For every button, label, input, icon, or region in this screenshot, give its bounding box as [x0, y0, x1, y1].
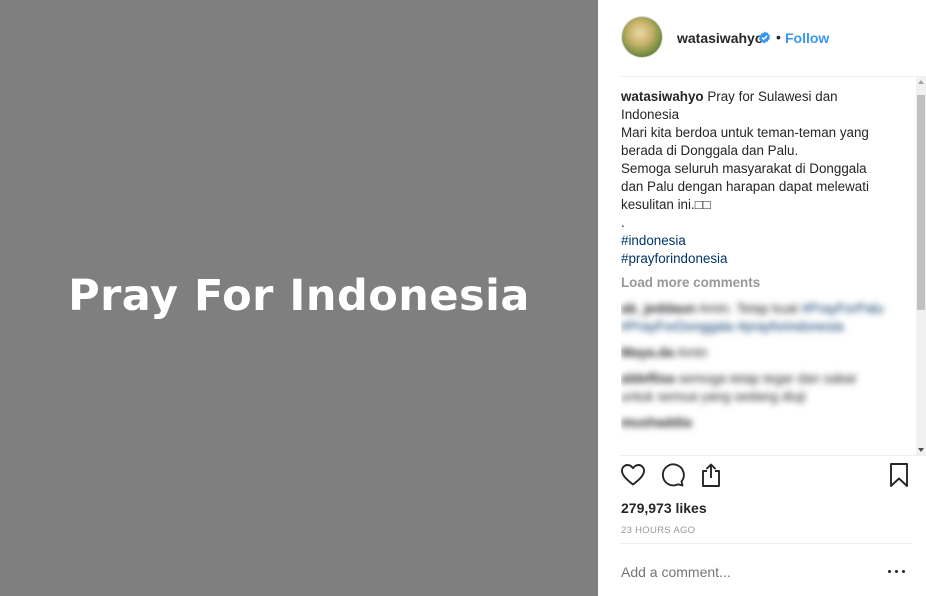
- post-image-text: Pray For Indonesia: [68, 271, 530, 321]
- add-comment-input[interactable]: [621, 564, 861, 580]
- header-username[interactable]: watasiwahyo: [677, 30, 763, 46]
- share-icon[interactable]: [698, 462, 724, 488]
- action-bar: [620, 462, 910, 496]
- actions-divider: [620, 455, 926, 456]
- post-header: watasiwahyo • Follow: [598, 0, 926, 77]
- comment-username[interactable]: ab_jeddaun: [621, 301, 695, 316]
- caption-username[interactable]: watasiwahyo: [621, 89, 704, 104]
- scroll-down-arrow-icon[interactable]: [918, 448, 924, 452]
- post-image[interactable]: Pray For Indonesia: [0, 0, 598, 596]
- scroll-up-arrow-icon[interactable]: [918, 80, 924, 84]
- comment-row: mushaddia: [621, 414, 891, 432]
- comment-username[interactable]: mushaddia: [621, 415, 692, 430]
- comment-username[interactable]: aldeflisa: [621, 371, 675, 386]
- header-divider: [620, 76, 926, 77]
- comment-text: Amin: [676, 345, 708, 360]
- comment-text: Amin. Tetap kuat: [698, 301, 798, 316]
- header-separator: •: [776, 29, 781, 45]
- comment-divider: [620, 543, 912, 544]
- comments-list[interactable]: watasiwahyo Pray for Sulawesi dan Indone…: [621, 88, 891, 450]
- post-timestamp[interactable]: 23 HOURS AGO: [621, 525, 695, 536]
- avatar[interactable]: [622, 17, 662, 57]
- comment-row: Maya.da Amin: [621, 344, 891, 362]
- likes-count[interactable]: 279,973 likes: [621, 500, 707, 516]
- caption: watasiwahyo Pray for Sulawesi dan Indone…: [621, 88, 891, 268]
- more-options-icon[interactable]: [886, 558, 910, 582]
- comment-username[interactable]: Maya.da: [621, 345, 674, 360]
- hashtag-link[interactable]: #indonesia: [621, 232, 891, 250]
- caption-line: .: [621, 215, 625, 230]
- comment-row: aldeflisa semoga tetap tegar dan sabar u…: [621, 370, 891, 406]
- caption-line: Mari kita berdoa untuk teman-teman yang …: [621, 125, 869, 158]
- caption-line: Semoga seluruh masyarakat di Donggala da…: [621, 161, 869, 212]
- comment-row: ab_jeddaun Amin. Tetap kuat #PrayForPalu…: [621, 300, 891, 336]
- verified-badge-icon: [759, 31, 770, 44]
- comments-scrollbar[interactable]: [916, 77, 926, 455]
- load-more-comments-button[interactable]: Load more comments: [621, 274, 891, 292]
- heart-icon[interactable]: [620, 462, 646, 488]
- post-side-panel: watasiwahyo • Follow watasiwahyo Pray fo…: [598, 0, 926, 596]
- bookmark-icon[interactable]: [886, 462, 912, 488]
- follow-button[interactable]: Follow: [785, 30, 829, 46]
- hashtag-link[interactable]: #prayforindonesia: [621, 250, 891, 268]
- scrollbar-thumb[interactable]: [917, 95, 925, 310]
- comment-icon[interactable]: [659, 462, 685, 488]
